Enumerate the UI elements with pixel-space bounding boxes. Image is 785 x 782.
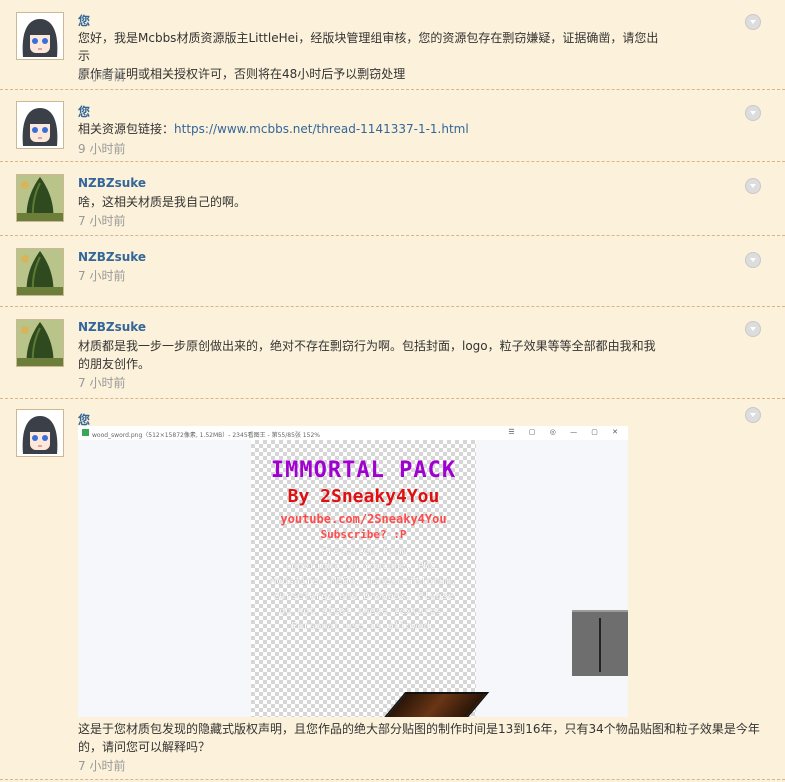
chevron-down-icon[interactable] <box>745 105 761 121</box>
notice-line: Personal use is allowed. <box>291 621 436 632</box>
message-line: 这是于您材质包发现的隐藏式版权声明，且您作品的绝大部分贴图的制作时间是13到16… <box>78 722 760 736</box>
message-body: 相关资源包链接：https://www.mcbbs.net/thread-114… <box>78 120 668 138</box>
avatar[interactable] <box>16 12 64 60</box>
message-time: 7 小时前 <box>78 376 126 390</box>
avatar[interactable] <box>16 409 64 457</box>
avatar[interactable] <box>16 319 64 367</box>
message-time: 7 小时前 <box>78 269 126 283</box>
image-viewer-titlebar: wood_sword.png（512×15872像素, 1.52MB）- 234… <box>78 426 628 440</box>
message-text: 相关资源包链接： <box>78 122 175 136</box>
pack-author: By 2Sneaky4You <box>287 486 440 507</box>
notice-line: copyright on Youtube, PMC, <box>285 561 442 572</box>
pack-subscribe: Subscribe? :P <box>320 528 407 541</box>
message-item: 您 相关资源包链接：https://www.mcbbs.net/thread-1… <box>0 89 785 162</box>
pack-url: youtube.com/2Sneaky4You <box>280 512 447 526</box>
texture-canvas: IMMORTAL PACK By 2Sneaky4You youtube.com… <box>251 440 490 717</box>
message-body: 您好，我是Mcbbs材质资源版主LittleHei，经版块管理组审核，您的资源包… <box>78 29 668 83</box>
message-line: 材质都是我一步一步原创做出来的，绝对不存在剽窃行为啊。包括封面，logo，粒子效… <box>78 339 656 353</box>
notice-line: curseforge and Dropbox. Please <box>273 591 454 602</box>
message-line: 啥，这相关材质是我自己的啊。 <box>78 195 247 209</box>
message-item: 您 您好，我是Mcbbs材质资源版主LittleHei，经版块管理组审核，您的资… <box>0 0 785 90</box>
message-author[interactable]: NZBZsuke <box>78 320 146 334</box>
message-item: NZBZsuke 材质都是我一步一步原创做出来的，绝对不存在剽窃行为啊。包括封面… <box>0 307 785 399</box>
message-time: 9 小时前 <box>78 69 126 83</box>
message-body: 啥，这相关材质是我自己的啊。 <box>78 193 668 211</box>
message-author[interactable]: NZBZsuke <box>78 250 146 264</box>
message-author[interactable]: 您 <box>78 103 90 120</box>
message-line: 的，请问您可以解释吗？ <box>78 740 211 754</box>
image-viewer-title: wood_sword.png（512×15872像素, 1.52MB）- 234… <box>92 432 320 439</box>
message-line: 您好，我是Mcbbs材质资源版主LittleHei，经版块管理组审核，您的资源包… <box>78 31 659 63</box>
avatar[interactable] <box>16 101 64 149</box>
thumbnail-preview[interactable] <box>572 610 628 676</box>
avatar[interactable] <box>16 248 64 296</box>
message-body: 这是于您材质包发现的隐藏式版权声明，且您作品的绝大部分贴图的制作时间是13到16… <box>78 720 768 756</box>
avatar[interactable] <box>16 174 64 222</box>
message-line: 原作者证明或相关授权许可，否则将在48小时后予以剽窃处理 <box>78 67 406 81</box>
chevron-down-icon[interactable] <box>745 321 761 337</box>
chevron-down-icon[interactable] <box>745 407 761 423</box>
message-time: 7 小时前 <box>78 759 126 773</box>
message-body: 材质都是我一步一步原创做出来的，绝对不存在剽窃行为啊。包括封面，logo，粒子效… <box>78 337 668 373</box>
pack-title: IMMORTAL PACK <box>270 458 457 483</box>
notice-line: Protected from <box>321 546 406 557</box>
resource-link[interactable]: https://www.mcbbs.net/thread-1141337-1-1… <box>174 122 469 136</box>
notice-line: do not steal these textures. <box>279 606 448 617</box>
notice-line: Modsfire, MEGO, minecraftforum, <box>270 576 457 587</box>
attached-screenshot[interactable]: wood_sword.png（512×15872像素, 1.52MB）- 234… <box>78 426 628 717</box>
message-time: 7 小时前 <box>78 214 126 228</box>
sword-texture <box>376 692 490 717</box>
window-controls[interactable]: ☰ ▢ ◎ — ▢ ✕ <box>508 428 624 436</box>
message-item: NZBZsuke 7 小时前 <box>0 236 785 307</box>
chevron-down-icon[interactable] <box>745 14 761 30</box>
chevron-down-icon[interactable] <box>745 178 761 194</box>
message-line: 的朋友创作。 <box>78 357 151 371</box>
message-author[interactable]: 您 <box>78 12 90 29</box>
chevron-down-icon[interactable] <box>745 252 761 268</box>
message-item: NZBZsuke 啥，这相关材质是我自己的啊。 7 小时前 <box>0 162 785 236</box>
message-time: 9 小时前 <box>78 142 126 156</box>
copyright-notice: Protected from copyright on Youtube, PMC… <box>251 544 476 634</box>
message-author[interactable]: NZBZsuke <box>78 176 146 190</box>
app-icon <box>82 429 89 436</box>
